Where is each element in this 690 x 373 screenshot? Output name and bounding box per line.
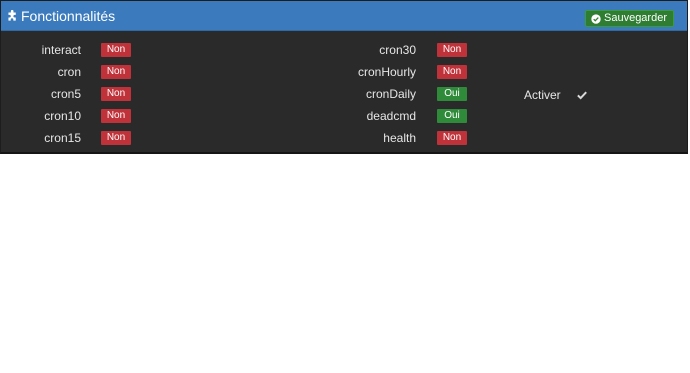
feature-status-cron30[interactable]: Non (437, 43, 467, 57)
panel-title: Fonctionnalités (21, 8, 116, 24)
feature-status-cronhourly[interactable]: Non (437, 65, 467, 79)
feature-status-health[interactable]: Non (437, 131, 467, 145)
features-panel: Fonctionnalités Sauvegarder interact Non… (0, 0, 688, 154)
feature-label-cron30: cron30 (379, 43, 416, 57)
check-circle-icon (591, 13, 601, 24)
save-button-label: Sauvegarder (604, 12, 667, 24)
enable-checkbox-check-icon[interactable] (576, 89, 588, 101)
panel-header: Fonctionnalités Sauvegarder (1, 1, 687, 31)
feature-label-interact: interact (41, 43, 81, 57)
feature-status-interact[interactable]: Non (101, 43, 131, 57)
feature-label-cron15: cron15 (44, 131, 81, 145)
feature-label-crondaily: cronDaily (365, 87, 416, 101)
enable-label: Activer (524, 88, 561, 102)
feature-status-cron5[interactable]: Non (101, 87, 131, 101)
feature-label-cronhourly: cronHourly (357, 65, 416, 79)
feature-status-deadcmd[interactable]: Oui (437, 109, 467, 123)
feature-label-cron5: cron5 (50, 87, 81, 101)
feature-status-cron15[interactable]: Non (101, 131, 131, 145)
save-button[interactable]: Sauvegarder (585, 10, 674, 27)
feature-label-health: health (383, 131, 416, 145)
feature-status-crondaily[interactable]: Oui (437, 87, 467, 101)
feature-status-cron[interactable]: Non (101, 65, 131, 79)
feature-label-deadcmd: deadcmd (366, 109, 416, 123)
feature-label-cron: cron (57, 65, 81, 79)
feature-status-cron10[interactable]: Non (101, 109, 131, 123)
feature-label-cron10: cron10 (44, 109, 81, 123)
puzzle-icon (8, 10, 16, 21)
